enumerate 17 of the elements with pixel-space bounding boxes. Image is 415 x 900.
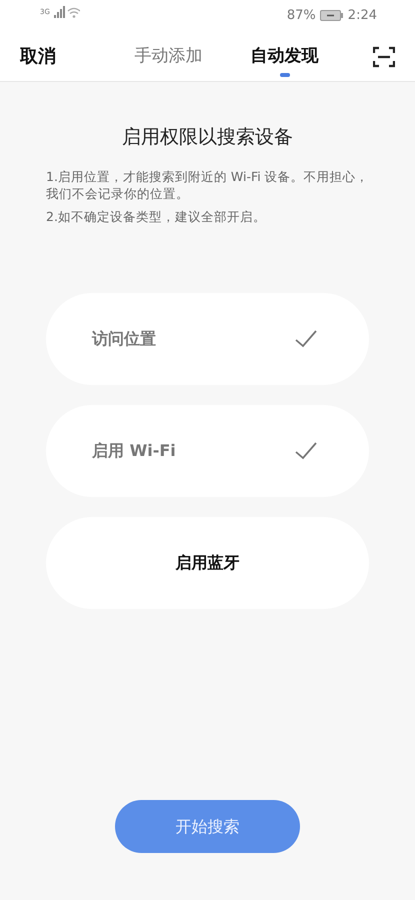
signal-wifi-icon (54, 6, 80, 18)
check-icon (295, 330, 317, 348)
tab[interactable]: 手动添加 (134, 44, 202, 78)
permission-button[interactable]: 访问位置 (46, 293, 369, 386)
tab[interactable]: 自动发现 (250, 44, 318, 78)
battery-icon (320, 10, 344, 22)
check-icon (295, 442, 317, 460)
cancel-button[interactable]: 取消 (20, 43, 56, 70)
start-search-button[interactable]: 开始搜索 (115, 800, 300, 853)
instruction-text: 1.启用位置，才能搜索到附近的 Wi-Fi 设备。不用担心，我们不会记录你的位置。 (46, 168, 369, 203)
page-title: 启用权限以搜索设备 (121, 126, 294, 149)
clock-time: 2:24 (348, 7, 377, 25)
battery-percent: 87% (286, 7, 316, 25)
permission-button[interactable]: 启用 Wi-Fi (46, 405, 369, 498)
scan-icon[interactable] (373, 46, 395, 68)
permission-button[interactable]: 启用蓝牙 (46, 517, 369, 610)
instruction-text: 2.如不确定设备类型，建议全部开启。 (46, 208, 267, 226)
